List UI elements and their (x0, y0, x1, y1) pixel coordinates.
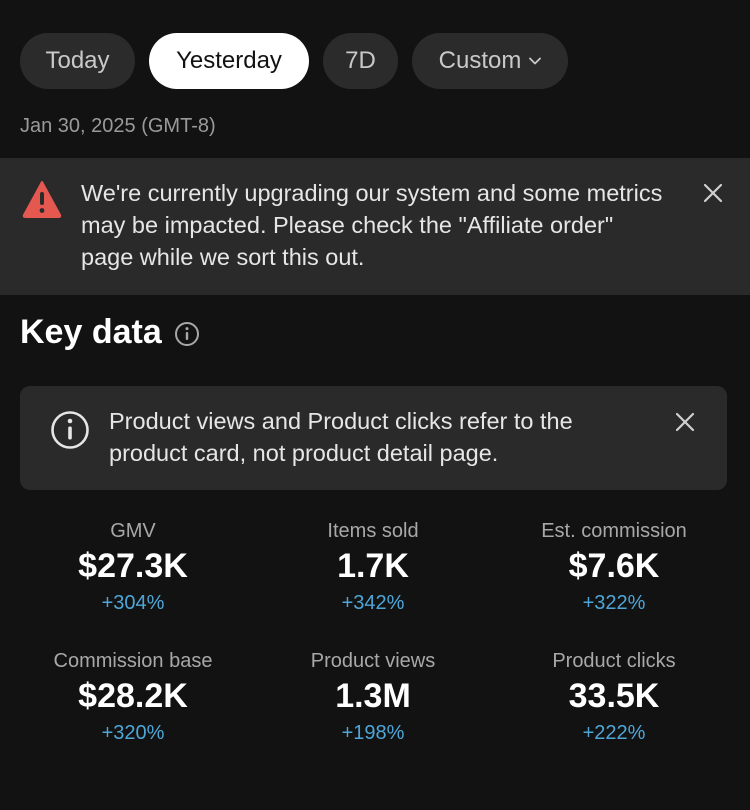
metric-change: +322% (582, 592, 646, 614)
metric-gmv[interactable]: GMV $27.3K +304% (8, 519, 258, 616)
metric-value: $27.3K (78, 547, 188, 585)
metric-product-clicks[interactable]: Product clicks 33.5K +222% (489, 649, 739, 746)
tab-custom-label: Custom (438, 47, 522, 74)
metric-label: Product views (310, 650, 436, 672)
tab-custom[interactable]: Custom (412, 33, 568, 89)
metric-value: $7.6K (568, 547, 660, 585)
metric-label: Product clicks (552, 650, 676, 672)
metric-value: 1.3M (335, 677, 411, 715)
tab-today-label: Today (45, 47, 110, 74)
tab-7d-label: 7D (345, 47, 376, 74)
close-note-icon[interactable] (675, 412, 695, 432)
tab-yesterday[interactable]: Yesterday (149, 33, 309, 89)
metric-items-sold[interactable]: Items sold 1.7K +342% (248, 519, 498, 616)
warning-banner-text: We're currently upgrading our system and… (81, 180, 663, 270)
metric-est-commission[interactable]: Est. commission $7.6K +322% (489, 519, 739, 616)
info-note: Product views and Product clicks refer t… (20, 386, 727, 490)
metric-label: GMV (110, 520, 156, 542)
tab-yesterday-label: Yesterday (176, 47, 282, 74)
metric-change: +342% (341, 592, 405, 614)
tab-today[interactable]: Today (20, 33, 135, 89)
info-circle-icon[interactable] (174, 321, 200, 347)
close-banner-icon[interactable] (703, 183, 723, 203)
metric-value: 1.7K (337, 547, 409, 585)
metric-label: Est. commission (541, 520, 687, 542)
warning-triangle-icon (22, 181, 62, 218)
key-data-heading: Key data (20, 313, 200, 352)
chevron-down-icon (529, 57, 542, 65)
date-range-tabs: Today Yesterday 7D Custom (20, 33, 568, 89)
metric-change: +304% (101, 592, 165, 614)
tab-7d[interactable]: 7D (323, 33, 398, 89)
metric-change: +198% (341, 722, 405, 744)
metric-change: +320% (101, 722, 165, 744)
info-circle-icon (51, 411, 89, 449)
date-label: Jan 30, 2025 (GMT-8) (20, 115, 216, 137)
metric-value: 33.5K (568, 677, 660, 715)
key-data-title: Key data (20, 313, 162, 351)
metric-label: Items sold (327, 520, 419, 542)
metric-value: $28.2K (78, 677, 188, 715)
metric-change: +222% (582, 722, 646, 744)
info-note-text: Product views and Product clicks refer t… (109, 408, 573, 466)
metric-label: Commission base (53, 650, 213, 672)
metric-commission-base[interactable]: Commission base $28.2K +320% (8, 649, 258, 746)
metric-product-views[interactable]: Product views 1.3M +198% (248, 649, 498, 746)
